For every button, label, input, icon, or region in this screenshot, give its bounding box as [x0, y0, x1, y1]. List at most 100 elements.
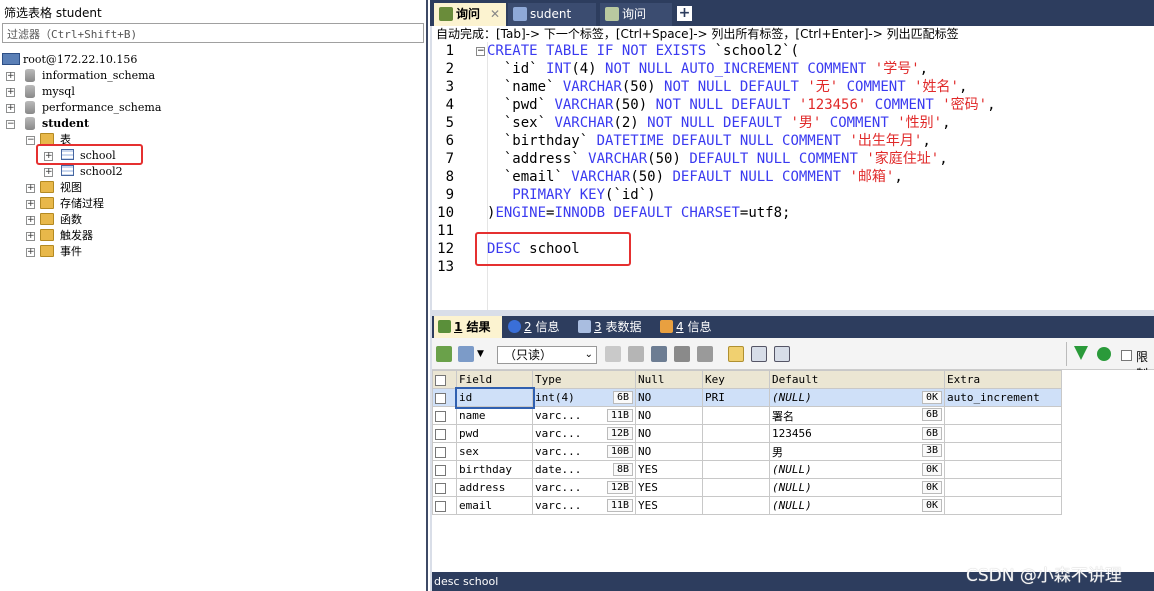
tree-folder-triggers[interactable]: 触发器: [60, 228, 93, 244]
cell-null[interactable]: YES: [635, 460, 703, 479]
cell-null[interactable]: NO: [635, 406, 703, 425]
cell-null[interactable]: NO: [635, 388, 703, 407]
expand-icon[interactable]: +: [26, 216, 35, 225]
cell-null[interactable]: YES: [635, 478, 703, 497]
expand-icon[interactable]: +: [6, 88, 15, 97]
cell-default[interactable]: (NULL) 0K: [769, 478, 945, 497]
expand-icon[interactable]: +: [6, 104, 15, 113]
tree-table-school2[interactable]: school2: [80, 164, 123, 180]
cell-null[interactable]: YES: [635, 496, 703, 515]
row-checkbox[interactable]: [435, 464, 446, 476]
cell-extra[interactable]: [944, 496, 1062, 515]
tab-sudent[interactable]: sudent: [508, 3, 596, 26]
col-header-type[interactable]: Type: [532, 370, 636, 389]
cell-field[interactable]: sex: [456, 442, 533, 461]
expand-icon[interactable]: +: [44, 168, 53, 177]
cell-field[interactable]: pwd: [456, 424, 533, 443]
cell-field[interactable]: email: [456, 496, 533, 515]
save-icon[interactable]: [651, 346, 667, 362]
expand-icon[interactable]: +: [26, 248, 35, 257]
cell-key[interactable]: [702, 424, 770, 443]
cell-default[interactable]: (NULL) 0K: [769, 388, 945, 407]
row-select-cell[interactable]: [432, 478, 457, 497]
tab-query-1[interactable]: 询问 ✕: [434, 3, 506, 26]
cell-default[interactable]: (NULL) 0K: [769, 496, 945, 515]
table-row[interactable]: id int(4) 6B NO PRI (NULL) 0K auto_increment: [432, 386, 1062, 409]
row-select-cell[interactable]: [432, 496, 457, 515]
table-row[interactable]: pwd varc... 12B NO 123456 6B: [432, 424, 1062, 443]
cancel-icon[interactable]: [697, 346, 713, 362]
tab-info[interactable]: 2 信息: [504, 316, 570, 338]
cell-extra[interactable]: [944, 460, 1062, 479]
cell-extra[interactable]: [944, 442, 1062, 461]
collapse-icon[interactable]: −: [6, 120, 15, 129]
expand-icon[interactable]: +: [6, 72, 15, 81]
expand-icon[interactable]: +: [26, 232, 35, 241]
insert-row-icon[interactable]: [605, 346, 621, 362]
close-icon[interactable]: ✕: [490, 3, 500, 25]
fold-icon[interactable]: −: [476, 47, 485, 56]
cell-type[interactable]: varc... 11B: [532, 496, 636, 515]
grid-view-icon[interactable]: [728, 346, 744, 362]
filter-icon[interactable]: [1074, 346, 1088, 360]
col-header-default[interactable]: Default: [769, 370, 945, 389]
col-header-key[interactable]: Key: [702, 370, 770, 389]
connection-node[interactable]: root@172.22.10.156: [23, 52, 137, 68]
select-all-cell[interactable]: [432, 370, 457, 389]
cell-field[interactable]: address: [456, 478, 533, 497]
row-select-cell[interactable]: [432, 406, 457, 425]
form-view-icon[interactable]: [751, 346, 767, 362]
tree-db-information-schema[interactable]: information_schema: [42, 68, 155, 84]
tree-db-student[interactable]: student: [42, 116, 89, 132]
cell-key[interactable]: [702, 406, 770, 425]
cell-field[interactable]: name: [456, 406, 533, 425]
expand-icon[interactable]: +: [26, 200, 35, 209]
row-checkbox[interactable]: [435, 482, 446, 494]
cell-key[interactable]: [702, 478, 770, 497]
cell-extra[interactable]: [944, 478, 1062, 497]
cell-default[interactable]: (NULL) 0K: [769, 460, 945, 479]
cell-null[interactable]: NO: [635, 424, 703, 443]
cell-default[interactable]: 署名 6B: [769, 406, 945, 425]
row-checkbox[interactable]: [435, 392, 446, 404]
duplicate-row-icon[interactable]: [628, 346, 644, 362]
row-select-cell[interactable]: [432, 442, 457, 461]
tree-folder-views[interactable]: 视图: [60, 180, 82, 196]
tab-query-2[interactable]: 询问: [600, 3, 672, 26]
cell-default[interactable]: 123456 6B: [769, 424, 945, 443]
filter-input[interactable]: 过滤器（Ctrl+Shift+B): [2, 23, 424, 43]
table-row[interactable]: birthday date... 8B YES (NULL) 0K: [432, 460, 1062, 479]
cell-default[interactable]: 男 3B: [769, 442, 945, 461]
cell-field[interactable]: birthday: [456, 460, 533, 479]
delete-icon[interactable]: [674, 346, 690, 362]
cell-type[interactable]: varc... 12B: [532, 478, 636, 497]
cell-key[interactable]: [702, 460, 770, 479]
tree-db-mysql[interactable]: mysql: [42, 84, 75, 100]
row-select-cell[interactable]: [432, 460, 457, 479]
table-row[interactable]: address varc... 12B YES (NULL) 0K: [432, 478, 1062, 497]
col-header-field[interactable]: Field: [456, 370, 533, 389]
text-view-icon[interactable]: [774, 346, 790, 362]
table-row[interactable]: sex varc... 10B NO 男 3B: [432, 442, 1062, 461]
dropdown-arrow-icon[interactable]: ▼: [477, 349, 484, 359]
collapse-icon[interactable]: −: [26, 136, 35, 145]
cell-key[interactable]: [702, 442, 770, 461]
tab-info-2[interactable]: 4 信息: [656, 316, 722, 338]
row-checkbox[interactable]: [435, 446, 446, 458]
select-all-checkbox[interactable]: [435, 374, 446, 386]
cell-key[interactable]: PRI: [702, 388, 770, 407]
col-header-null[interactable]: Null: [635, 370, 703, 389]
cell-extra[interactable]: auto_increment: [944, 388, 1062, 407]
add-tab-button[interactable]: +: [677, 6, 692, 21]
tab-result[interactable]: 1 结果: [434, 316, 502, 338]
row-checkbox[interactable]: [435, 428, 446, 440]
tree-folder-procedures[interactable]: 存储过程: [60, 196, 104, 212]
cell-type[interactable]: varc... 11B: [532, 406, 636, 425]
expand-icon[interactable]: +: [26, 184, 35, 193]
cell-type[interactable]: date... 8B: [532, 460, 636, 479]
tree-folder-functions[interactable]: 函数: [60, 212, 82, 228]
import-icon[interactable]: [458, 346, 474, 362]
cell-type[interactable]: varc... 12B: [532, 424, 636, 443]
export-icon[interactable]: [436, 346, 452, 362]
tree-folder-events[interactable]: 事件: [60, 244, 82, 260]
